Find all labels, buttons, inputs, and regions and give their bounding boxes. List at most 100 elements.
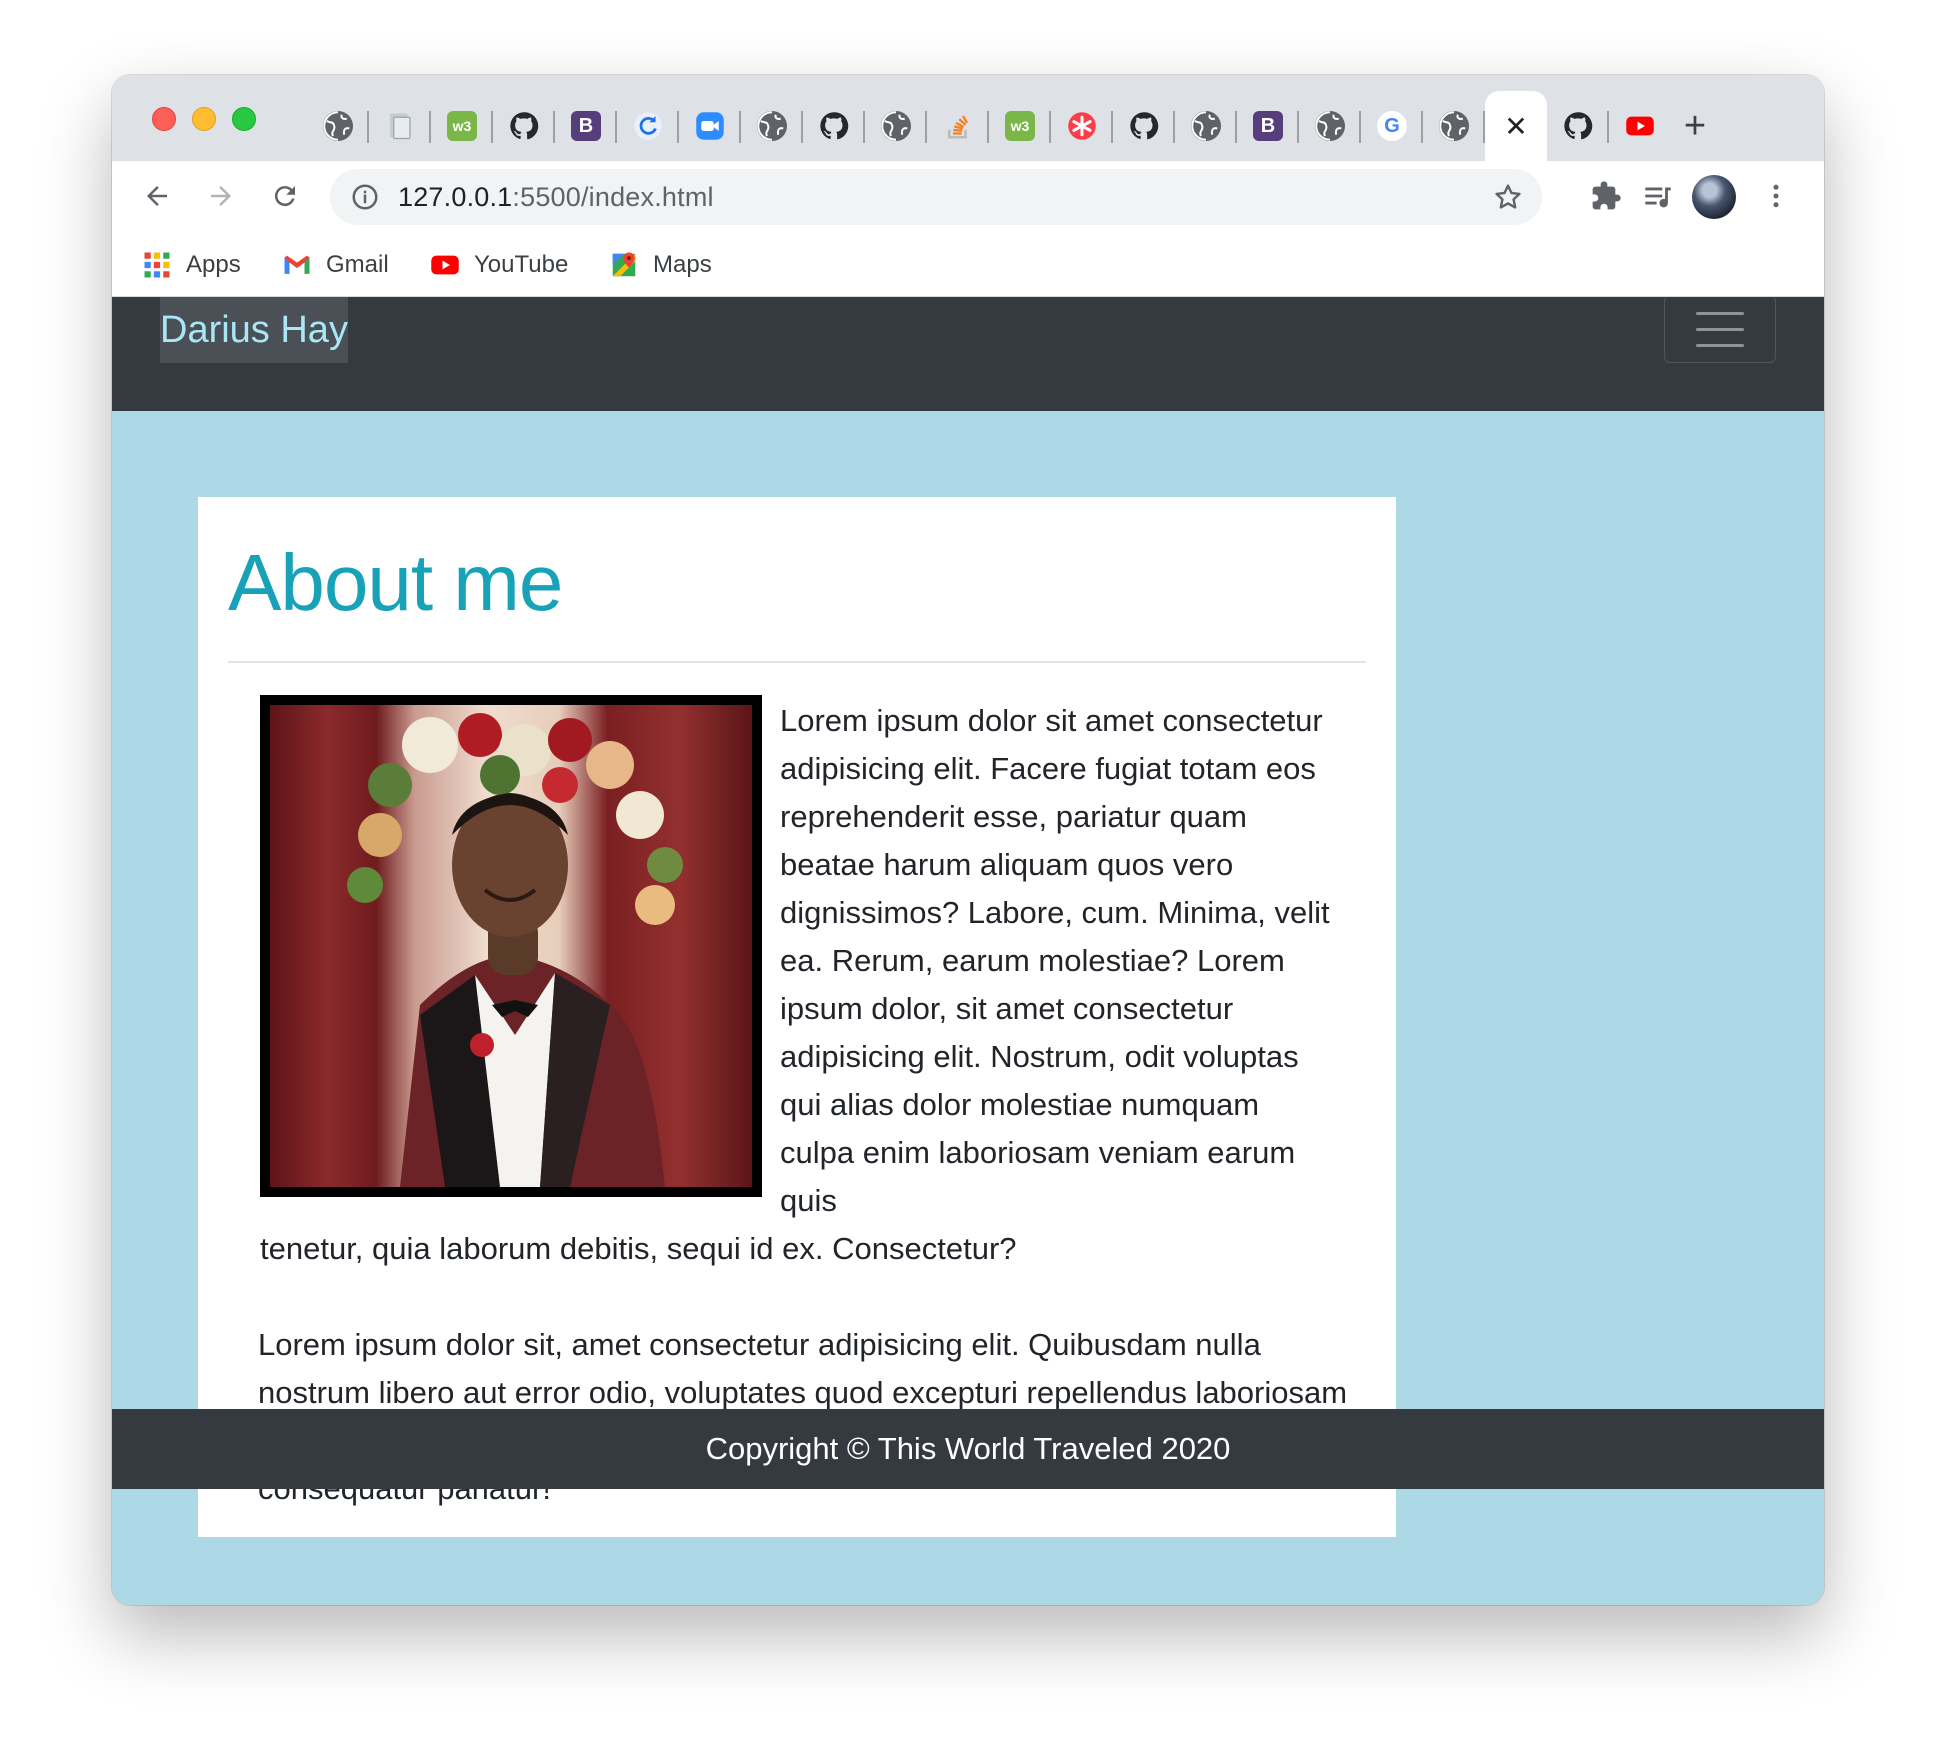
minimize-window-button[interactable] [192, 107, 216, 131]
github-icon [1563, 111, 1593, 141]
bookmark-label: Gmail [326, 251, 389, 278]
tab[interactable] [493, 91, 555, 161]
forward-arrow-icon [211, 186, 231, 206]
bookmark-label: Maps [653, 251, 712, 278]
more-vert-icon [1773, 184, 1779, 208]
bookmark-apps[interactable]: Apps [142, 247, 241, 283]
hamburger-line [1696, 311, 1744, 315]
hamburger-line [1696, 343, 1744, 347]
close-window-button[interactable] [152, 107, 176, 131]
site-info-icon[interactable] [350, 182, 380, 212]
tab[interactable] [679, 91, 741, 161]
new-tab-button[interactable]: + [1669, 91, 1721, 161]
zoom-icon [695, 111, 725, 141]
bookmarks-bar: Apps Gmail YouTube Maps [112, 233, 1824, 297]
about-card: About me Lorem ipsum dolor sit amet cons… [198, 497, 1396, 1537]
puzzle-icon [1592, 181, 1621, 210]
media-controls-button[interactable] [1638, 175, 1678, 217]
tab[interactable] [803, 91, 865, 161]
tab-active[interactable]: ✕ [1485, 91, 1547, 161]
tab[interactable] [865, 91, 927, 161]
globe-icon [881, 111, 911, 141]
tab-strip: w3 Bw3 B G ✕ + [112, 75, 1824, 161]
url-text: 127.0.0.1:5500/index.html [398, 182, 714, 213]
site-brand-text: Darius Hay [160, 308, 348, 351]
tab[interactable] [1423, 91, 1485, 161]
profile-avatar[interactable] [1692, 175, 1736, 219]
site-brand-link[interactable]: Darius Hay [160, 297, 348, 363]
w3schools-icon: w3 [1005, 111, 1035, 141]
tab[interactable] [1051, 91, 1113, 161]
close-icon[interactable]: ✕ [1501, 111, 1531, 142]
playlist-icon [1645, 187, 1671, 208]
forward-button[interactable] [196, 171, 246, 221]
address-bar[interactable]: 127.0.0.1:5500/index.html [330, 169, 1542, 225]
asterisk-icon [1067, 111, 1097, 141]
copyright-text: Copyright © This World Traveled 2020 [705, 1431, 1231, 1466]
bookmark-youtube[interactable]: YouTube [430, 247, 568, 283]
reload-button[interactable] [260, 171, 310, 221]
tab[interactable] [927, 91, 989, 161]
intro-paragraph: Lorem ipsum dolor sit amet consectetur a… [780, 703, 1330, 1218]
site-footer: Copyright © This World Traveled 2020 [112, 1409, 1824, 1489]
tab[interactable] [1547, 91, 1609, 161]
tab[interactable] [741, 91, 803, 161]
tab-list: w3 Bw3 B G ✕ [307, 91, 1671, 161]
profile-photo [260, 695, 762, 1197]
globe-icon [1439, 111, 1469, 141]
tab[interactable]: w3 [989, 91, 1051, 161]
portrait-image [270, 705, 752, 1187]
tab[interactable] [1609, 91, 1671, 161]
tab[interactable]: B [1237, 91, 1299, 161]
site-navbar: Darius Hay [112, 297, 1824, 411]
bootstrap-icon: B [1253, 111, 1283, 141]
google-icon: G [1377, 111, 1407, 141]
tab[interactable] [369, 91, 431, 161]
w3schools-icon: w3 [447, 111, 477, 141]
bookmark-star-icon[interactable] [1492, 181, 1524, 213]
browser-toolbar: 127.0.0.1:5500/index.html [112, 161, 1824, 233]
back-button[interactable] [132, 171, 182, 221]
github-icon [819, 111, 849, 141]
back-arrow-icon [147, 186, 167, 206]
maps-icon [612, 252, 636, 277]
bookmark-label: Apps [186, 251, 241, 278]
globe-icon [757, 111, 787, 141]
tab[interactable]: B [555, 91, 617, 161]
extensions-button[interactable] [1586, 175, 1626, 217]
globe-icon [1315, 111, 1345, 141]
apps-grid-icon [144, 252, 170, 278]
youtube-icon [1625, 111, 1655, 141]
navbar-toggler-button[interactable] [1664, 297, 1776, 363]
bookmark-maps[interactable]: Maps [609, 247, 712, 283]
document-icon [385, 111, 415, 141]
tab[interactable]: w3 [431, 91, 493, 161]
divider [228, 661, 1366, 663]
hamburger-line [1696, 327, 1744, 331]
tab[interactable] [1113, 91, 1175, 161]
globe-icon [323, 111, 353, 141]
intro-paragraph-continued: tenetur, quia laborum debitis, sequi id … [260, 1231, 1017, 1266]
browser-window: w3 Bw3 B G ✕ + 127.0.0.1:5500/index.html [112, 75, 1824, 1605]
page-title: About me [228, 538, 563, 627]
tab[interactable] [1299, 91, 1361, 161]
tab[interactable]: G [1361, 91, 1423, 161]
gmail-icon [284, 255, 310, 274]
tab[interactable] [1175, 91, 1237, 161]
reload-icon [274, 186, 295, 207]
github-icon [509, 111, 539, 141]
bookmark-gmail[interactable]: Gmail [282, 247, 389, 283]
github-icon [1129, 111, 1159, 141]
tab[interactable] [617, 91, 679, 161]
maximize-window-button[interactable] [232, 107, 256, 131]
globe-icon [1191, 111, 1221, 141]
bookmark-label: YouTube [474, 251, 569, 278]
bootstrap-icon: B [571, 111, 601, 141]
sync-icon [633, 111, 663, 141]
web-page: Darius Hay About me Lorem ipsum dolor si… [112, 297, 1824, 1605]
url-host: 127.0.0.1 [398, 182, 513, 212]
browser-menu-button[interactable] [1756, 175, 1796, 217]
stackoverflow-icon [943, 111, 973, 141]
url-path: :5500/index.html [512, 182, 714, 212]
tab[interactable] [307, 91, 369, 161]
